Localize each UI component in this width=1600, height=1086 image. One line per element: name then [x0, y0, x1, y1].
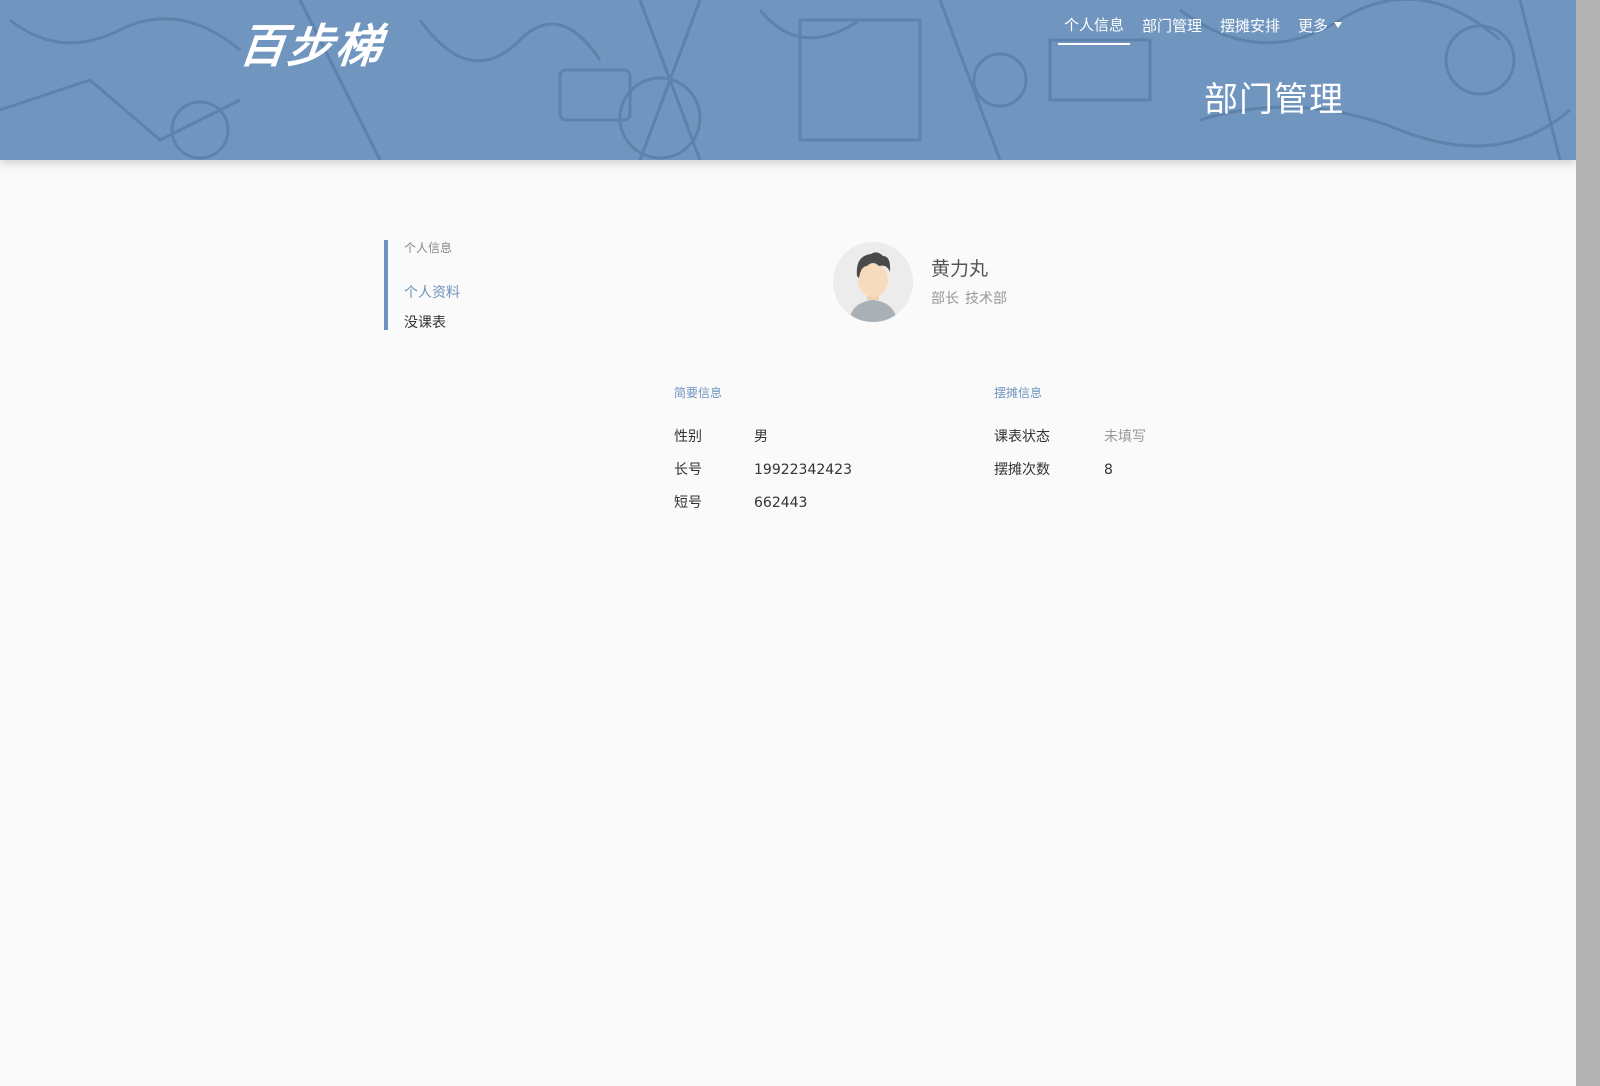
info-label: 性别: [674, 429, 702, 445]
profile-department: 技术部: [965, 291, 1007, 307]
scrollbar[interactable]: [1576, 0, 1600, 1086]
profile-text: 黄力丸 部长 技术部: [931, 256, 1007, 308]
info-label: 长号: [674, 462, 702, 478]
info-row-schedule-status: 课表状态 未填写: [994, 427, 1274, 447]
info-label: 课表状态: [994, 429, 1050, 445]
page: 百步梯 个人信息 部门管理 摆摊安排 更多 部门管理 个人信息 个人资料 没课表: [0, 0, 1600, 1086]
info-row-stall-count: 摆摊次数 8: [994, 460, 1274, 480]
profile-card: 黄力丸 部长 技术部: [833, 242, 1007, 322]
nav-more-label: 更多: [1298, 17, 1329, 35]
profile-position: 部长: [931, 291, 959, 307]
page-title: 部门管理: [1204, 80, 1344, 120]
stall-info-section: 摆摊信息 课表状态 未填写 摆摊次数 8: [994, 384, 1274, 493]
nav-item-department-management[interactable]: 部门管理: [1136, 11, 1208, 44]
brief-info-title: 简要信息: [674, 386, 723, 400]
info-row-short-number: 短号 662443: [674, 493, 954, 513]
info-value: 662443: [754, 495, 808, 511]
info-row-gender: 性别 男: [674, 427, 954, 447]
profile-name: 黄力丸: [931, 258, 989, 280]
header-banner: 百步梯 个人信息 部门管理 摆摊安排 更多 部门管理: [0, 0, 1576, 160]
info-value: 未填写: [1104, 429, 1146, 445]
info-label: 摆摊次数: [994, 462, 1050, 478]
profile-subtitle: 部长 技术部: [931, 288, 1007, 308]
sidebar-title: 个人信息: [404, 241, 453, 255]
info-value: 男: [754, 429, 768, 445]
stall-info-title: 摆摊信息: [994, 386, 1043, 400]
sidebar-item-free-schedule[interactable]: 没课表: [404, 308, 604, 338]
nav-item-more[interactable]: 更多: [1292, 11, 1348, 44]
sidebar: 个人信息 个人资料 没课表: [384, 240, 604, 331]
nav-item-stall-arrangement[interactable]: 摆摊安排: [1214, 11, 1286, 44]
info-value: 19922342423: [754, 462, 852, 478]
brief-info-section: 简要信息 性别 男 长号 19922342423 短号 662443: [674, 384, 954, 526]
sidebar-item-profile[interactable]: 个人资料: [404, 278, 604, 308]
info-value: 8: [1104, 462, 1113, 478]
info-label: 短号: [674, 495, 702, 511]
main-nav: 个人信息 部门管理 摆摊安排 更多: [1058, 10, 1354, 45]
logo[interactable]: 百步梯: [237, 10, 388, 76]
info-row-long-number: 长号 19922342423: [674, 460, 954, 480]
user-avatar-icon: [833, 242, 913, 322]
caret-down-icon: [1334, 21, 1343, 28]
nav-item-personal-info[interactable]: 个人信息: [1058, 10, 1131, 45]
avatar: [833, 242, 913, 322]
